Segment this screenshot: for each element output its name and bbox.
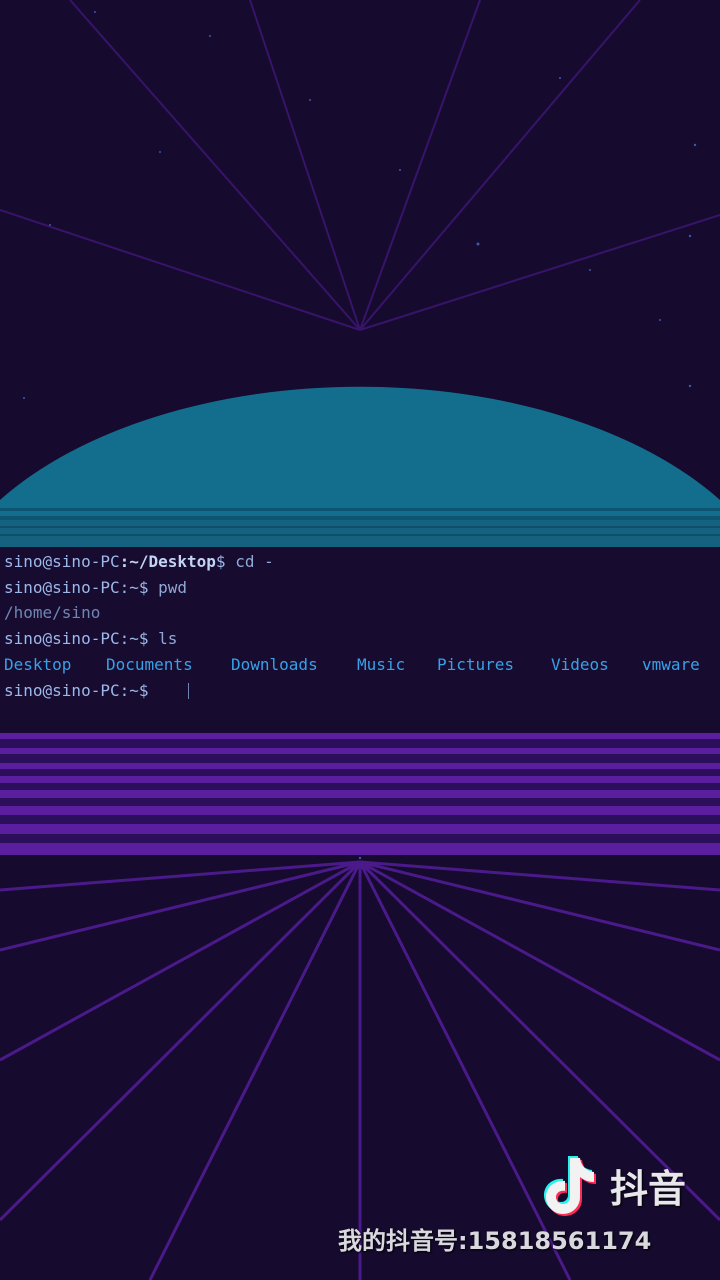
sun [0,386,720,520]
ls-item-videos: Videos [551,655,609,674]
prompt-symbol: $ [138,629,159,648]
terminal-window[interactable]: sino@sino-PC:~/Desktop$ cd - sino@sino-P… [0,547,720,719]
prompt-path: :~ [119,578,139,597]
prompt-user: sino@sino-PC [4,629,120,648]
ls-item-pictures: Pictures [437,655,515,674]
ls-item-desktop: Desktop [4,655,72,674]
prompt-path: :~/Desktop [119,552,216,571]
ls-item-downloads: Downloads [231,655,318,674]
douyin-brand: 抖音 [540,1152,686,1218]
upper-rays [0,0,720,331]
brand-name: 抖音 [610,1166,687,1211]
command-text: ls [158,629,178,648]
terminal-line-2: sino@sino-PC:~$ pwd [4,577,187,599]
douyin-note-icon [544,1156,596,1216]
terminal-output-ls: Desktop Documents Downloads Music Pictur… [0,654,720,676]
command-text: pwd [158,578,188,597]
terminal-line-6: sino@sino-PC:~$ [4,680,189,702]
prompt-user: sino@sino-PC [4,552,120,571]
prompt-user: sino@sino-PC [4,681,120,700]
prompt-user: sino@sino-PC [4,578,120,597]
ls-item-music: Music [357,655,406,674]
ls-item-vmware: vmware [642,655,700,674]
prompt-path: :~ [119,681,139,700]
prompt-symbol: $ [215,552,236,571]
prompt-symbol: $ [138,681,159,700]
prompt-symbol: $ [138,578,159,597]
terminal-output-pwd: /home/sino [4,603,101,622]
prompt-path: :~ [119,629,139,648]
horizon-grid [0,733,720,855]
ls-item-documents: Documents [106,655,193,674]
command-text: cd - [235,552,274,571]
terminal-line-1: sino@sino-PC:~/Desktop$ cd - [4,551,274,573]
douyin-id-watermark: 我的抖音号:15818561174 [338,1227,652,1255]
text-cursor [188,683,189,699]
terminal-line-4: sino@sino-PC:~$ ls [4,628,177,650]
